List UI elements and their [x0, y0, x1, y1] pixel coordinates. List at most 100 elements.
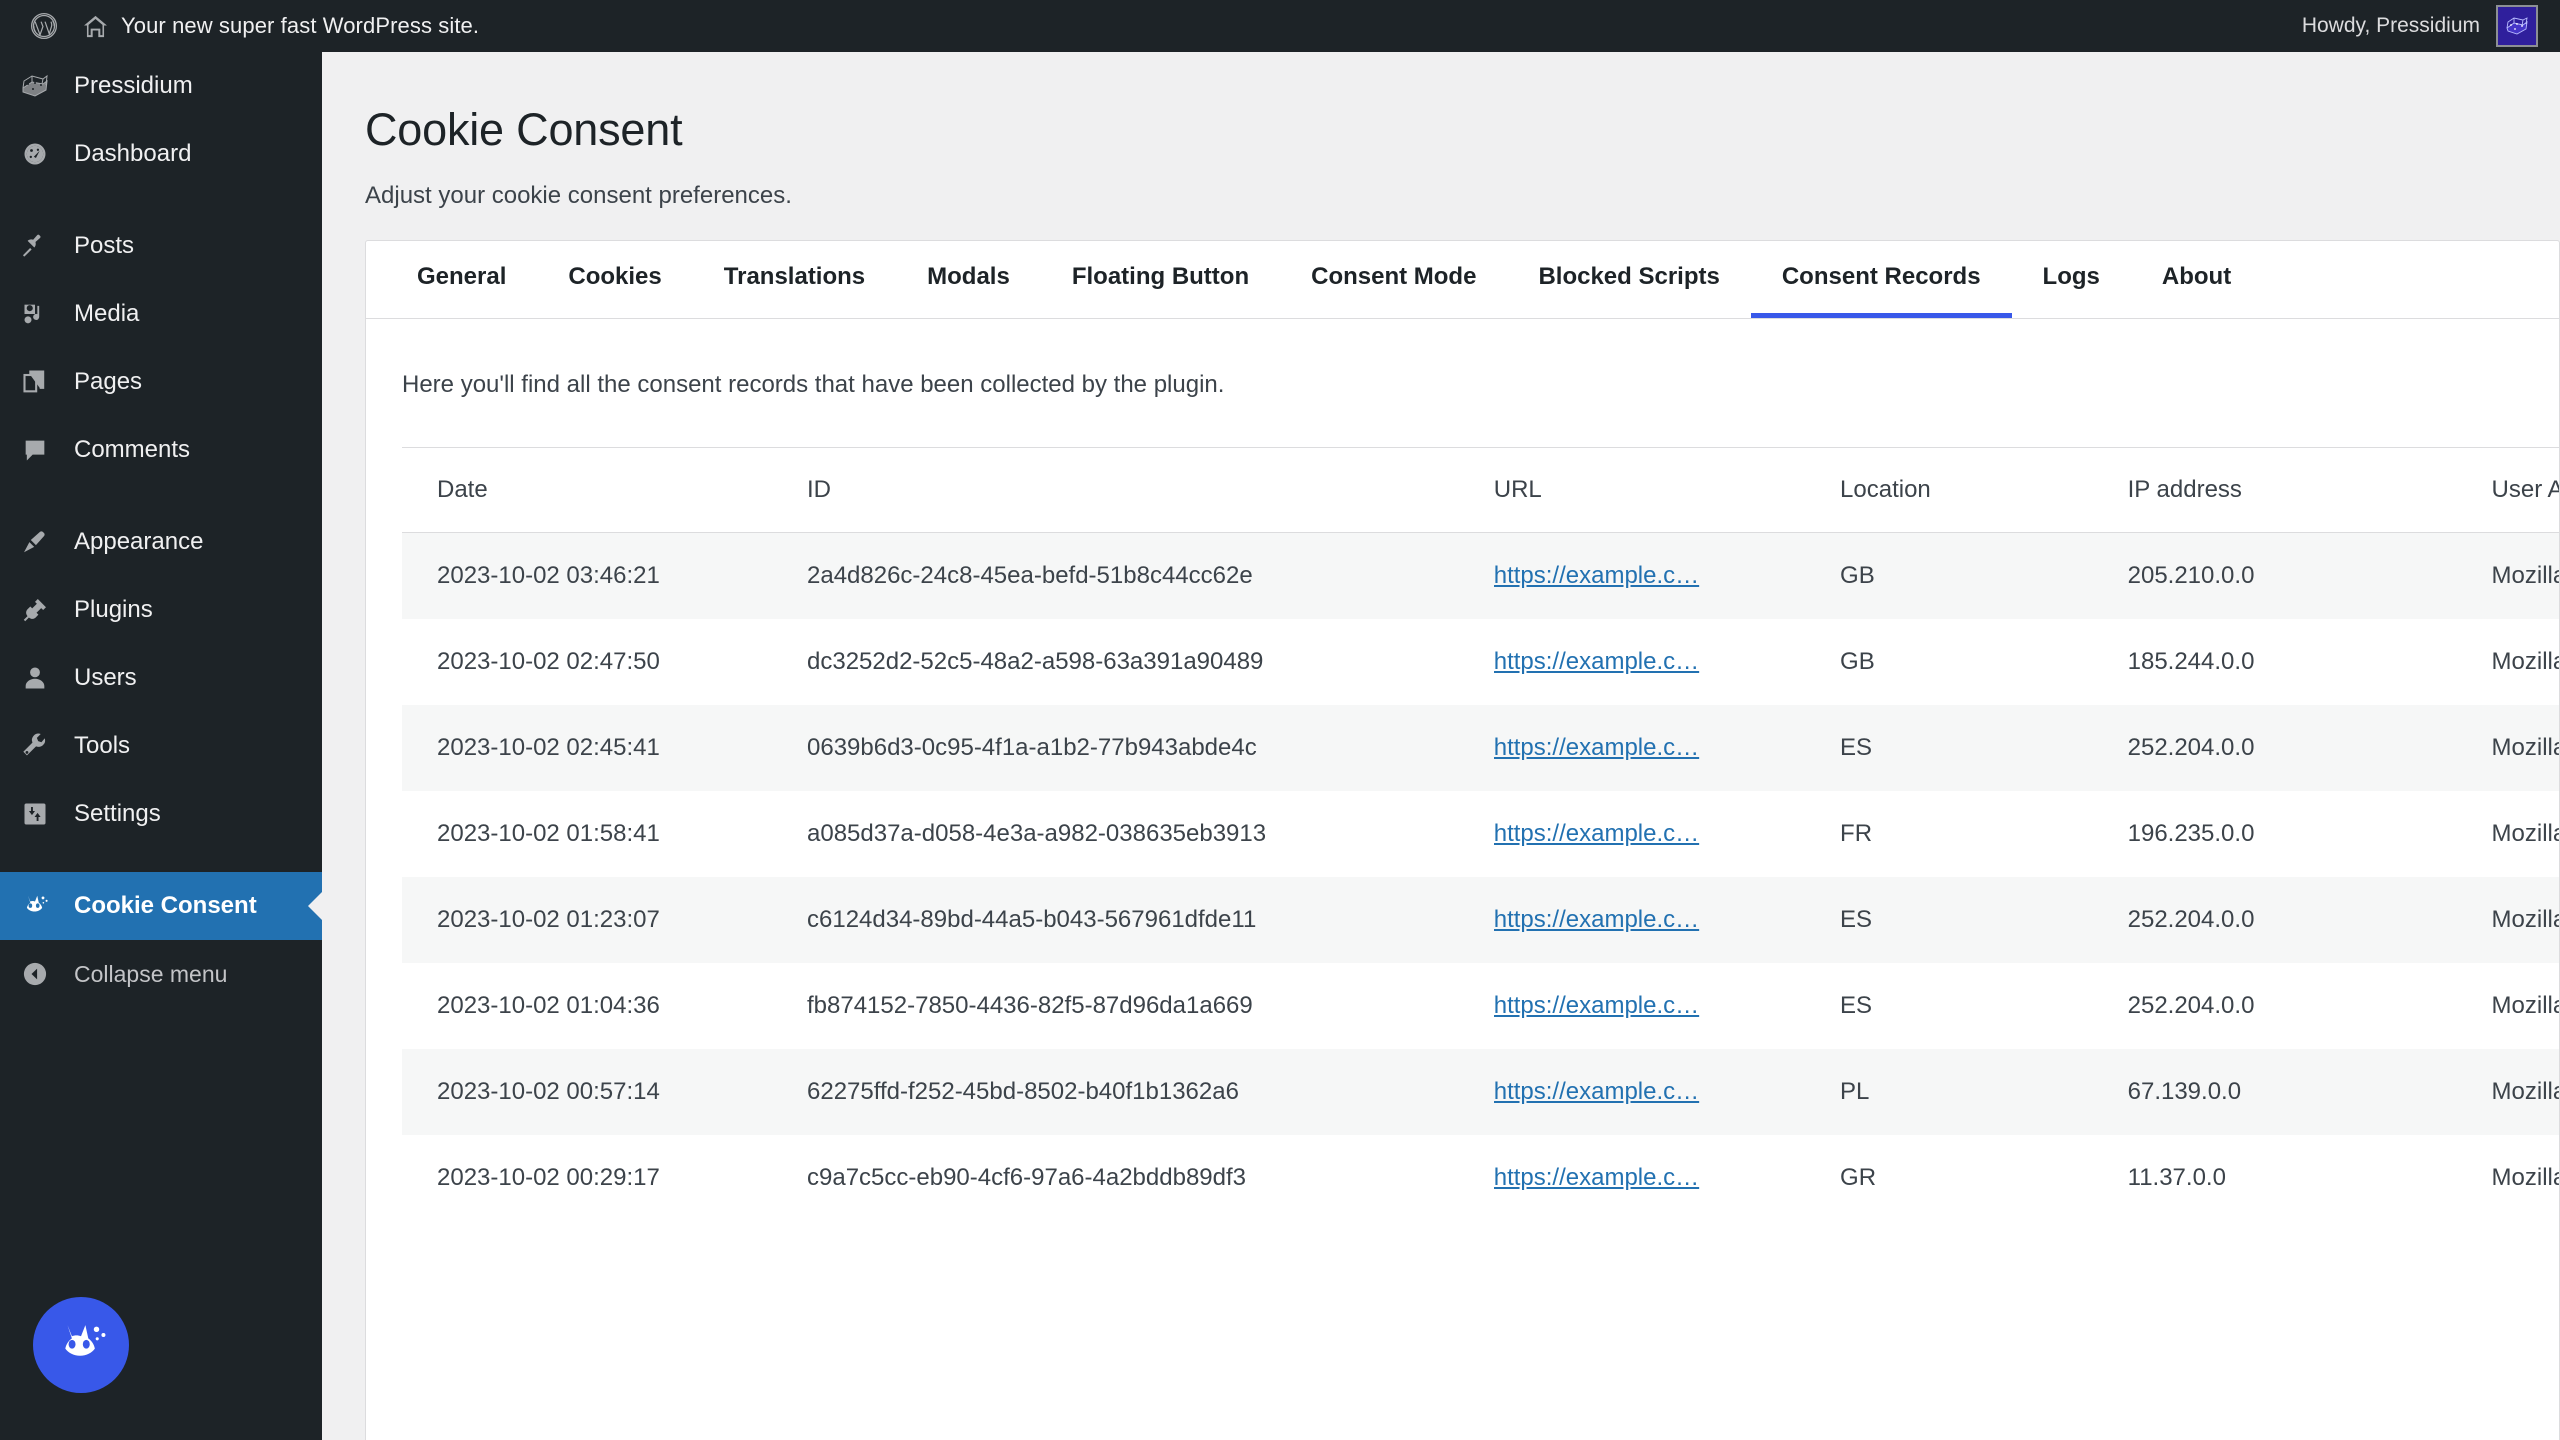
- sidebar-item-label: Tools: [74, 732, 131, 759]
- url-link[interactable]: https://example.c…: [1494, 1164, 1699, 1191]
- settings-card: General Cookies Translations Modals Floa…: [365, 240, 2560, 1440]
- cell-url: https://example.c…: [1494, 705, 1840, 791]
- plug-icon: [18, 593, 52, 627]
- sidebar-item-users[interactable]: Users: [0, 644, 322, 712]
- cell-url: https://example.c…: [1494, 877, 1840, 963]
- column-header-date[interactable]: Date: [402, 447, 807, 533]
- column-header-user-agent[interactable]: User Agent: [2491, 447, 2559, 533]
- cell-user-agent: Mozilla/5.0 Slackw: [2491, 648, 2559, 675]
- cell-id: fb874152-7850-4436-82f5-87d96da1a669: [807, 992, 1253, 1019]
- cell-location: GB: [1840, 562, 1875, 589]
- sidebar-item-appearance[interactable]: Appearance: [0, 508, 322, 576]
- tab-modals[interactable]: Modals: [896, 241, 1041, 318]
- avatar[interactable]: [2496, 5, 2538, 47]
- tab-translations[interactable]: Translations: [693, 241, 896, 318]
- table-body: 2023-10-02 03:46:21 2a4d826c-24c8-45ea-b…: [402, 532, 2559, 1221]
- panel-intro-text: Here you'll find all the consent records…: [402, 371, 1225, 398]
- cell-id: a085d37a-d058-4e3a-a982-038635eb3913: [807, 820, 1267, 847]
- sidebar-item-label: Comments: [74, 436, 191, 463]
- tab-floating-button[interactable]: Floating Button: [1041, 241, 1280, 318]
- comment-bubble-icon: [18, 433, 52, 467]
- chevron-left-circle-icon: [18, 957, 52, 991]
- sidebar-item-media[interactable]: Media: [0, 280, 322, 348]
- url-link[interactable]: https://example.c…: [1494, 820, 1699, 847]
- cell-url: https://example.c…: [1494, 619, 1840, 705]
- collapse-menu-button[interactable]: Collapse menu: [0, 940, 322, 1008]
- cell-location: GR: [1840, 1164, 1877, 1191]
- tab-consent-mode[interactable]: Consent Mode: [1280, 241, 1507, 318]
- url-link[interactable]: https://example.c…: [1494, 562, 1699, 589]
- cell-id: 62275ffd-f252-45bd-8502-b40f1b1362a6: [807, 1078, 1239, 1105]
- table-row[interactable]: 2023-10-02 01:58:41 a085d37a-d058-4e3a-a…: [402, 791, 2559, 877]
- table-row[interactable]: 2023-10-02 01:23:07 c6124d34-89bd-44a5-b…: [402, 877, 2559, 963]
- sidebar-item-comments[interactable]: Comments: [0, 416, 322, 484]
- sidebar-divider: [0, 188, 322, 212]
- cell-ip-address: 196.235.0.0: [2127, 820, 2255, 847]
- sidebar-item-tools[interactable]: Tools: [0, 712, 322, 780]
- tab-general[interactable]: General: [386, 241, 537, 318]
- media-icon: [18, 297, 52, 331]
- table-row[interactable]: 2023-10-02 02:47:50 dc3252d2-52c5-48a2-a…: [402, 619, 2559, 705]
- cell-id: c9a7c5cc-eb90-4cf6-97a6-4a2bddb89df3: [807, 1164, 1246, 1191]
- url-link[interactable]: https://example.c…: [1494, 906, 1699, 933]
- column-header-location[interactable]: Location: [1840, 447, 2128, 533]
- table-row[interactable]: 2023-10-02 03:46:21 2a4d826c-24c8-45ea-b…: [402, 532, 2559, 619]
- cookie-floating-button[interactable]: [33, 1297, 129, 1393]
- url-link[interactable]: https://example.c…: [1494, 992, 1699, 1019]
- admin-bar-left: Your new super fast WordPress site.: [0, 0, 491, 52]
- sidebar-item-posts[interactable]: Posts: [0, 212, 322, 280]
- tab-cookies[interactable]: Cookies: [537, 241, 692, 318]
- cell-user-agent: Mozilla/5.0 (Wind…: [2491, 820, 2559, 847]
- cell-user-agent: Mozilla/5.0 (Wind…: [2491, 906, 2559, 933]
- sidebar-item-cookie-consent[interactable]: Cookie Consent: [0, 872, 322, 940]
- cell-ip-address: 11.37.0.0: [2127, 1164, 2226, 1191]
- column-header-url[interactable]: URL: [1493, 447, 1841, 533]
- column-header-ip-address[interactable]: IP address: [2127, 447, 2492, 533]
- sidebar-item-label: Pages: [74, 368, 143, 395]
- cell-date: 2023-10-02 01:58:41: [437, 820, 660, 847]
- sidebar-item-dashboard[interactable]: Dashboard: [0, 120, 322, 188]
- sidebar-item-label: Appearance: [74, 528, 204, 555]
- table-row[interactable]: 2023-10-02 01:04:36 fb874152-7850-4436-8…: [402, 963, 2559, 1049]
- table-head: Date ID URL Location IP address User Age…: [402, 447, 2559, 533]
- cell-user-agent: Mozilla/5.0 (Wind…: [2491, 734, 2559, 761]
- tab-logs[interactable]: Logs: [2012, 241, 2131, 318]
- column-header-id[interactable]: ID: [807, 447, 1494, 533]
- cell-id: 2a4d826c-24c8-45ea-befd-51b8c44cc62e: [807, 562, 1253, 589]
- sidebar-divider: [0, 484, 322, 508]
- url-link[interactable]: https://example.c…: [1494, 734, 1699, 761]
- cookie-cat-icon: [65, 1325, 106, 1356]
- table-row[interactable]: 2023-10-02 00:57:14 62275ffd-f252-45bd-8…: [402, 1049, 2559, 1135]
- pin-icon: [18, 229, 52, 263]
- sidebar-item-pages[interactable]: Pages: [0, 348, 322, 416]
- admin-bar-right: Howdy, Pressidium: [2302, 5, 2560, 47]
- tab-blocked-scripts[interactable]: Blocked Scripts: [1507, 241, 1750, 318]
- sliders-icon: [18, 797, 52, 831]
- admin-bar: Your new super fast WordPress site. Howd…: [0, 0, 2560, 52]
- wordpress-logo-button[interactable]: [18, 0, 70, 52]
- sidebar-item-label: Pressidium: [74, 72, 193, 99]
- page-subtitle: Adjust your cookie consent preferences.: [365, 182, 792, 209]
- tab-consent-records[interactable]: Consent Records: [1750, 241, 2012, 318]
- cell-date: 2023-10-02 01:23:07: [437, 906, 660, 933]
- tab-bar: General Cookies Translations Modals Floa…: [366, 241, 2559, 319]
- table-row[interactable]: 2023-10-02 00:29:17 c9a7c5cc-eb90-4cf6-9…: [402, 1135, 2559, 1221]
- cell-ip-address: 252.204.0.0: [2127, 992, 2255, 1019]
- cell-ip-address: 67.139.0.0: [2127, 1078, 2242, 1105]
- cell-location: GB: [1840, 648, 1875, 675]
- cookie-cat-icon: [18, 889, 52, 923]
- cell-id: dc3252d2-52c5-48a2-a598-63a391a90489: [807, 648, 1264, 675]
- site-name-button[interactable]: Your new super fast WordPress site.: [70, 0, 491, 52]
- sidebar-item-label: Settings: [74, 800, 161, 827]
- url-link[interactable]: https://example.c…: [1494, 1078, 1699, 1105]
- pressidium-cube-icon: [18, 69, 52, 103]
- cell-ip-address: 185.244.0.0: [2127, 648, 2255, 675]
- cell-ip-address: 252.204.0.0: [2127, 906, 2255, 933]
- sidebar-item-plugins[interactable]: Plugins: [0, 576, 322, 644]
- sidebar-item-settings[interactable]: Settings: [0, 780, 322, 848]
- url-link[interactable]: https://example.c…: [1494, 648, 1699, 675]
- table-row[interactable]: 2023-10-02 02:45:41 0639b6d3-0c95-4f1a-a…: [402, 705, 2559, 791]
- sidebar-item-pressidium[interactable]: Pressidium: [0, 52, 322, 120]
- howdy-label[interactable]: Howdy, Pressidium: [2302, 14, 2480, 38]
- tab-about[interactable]: About: [2131, 241, 2262, 318]
